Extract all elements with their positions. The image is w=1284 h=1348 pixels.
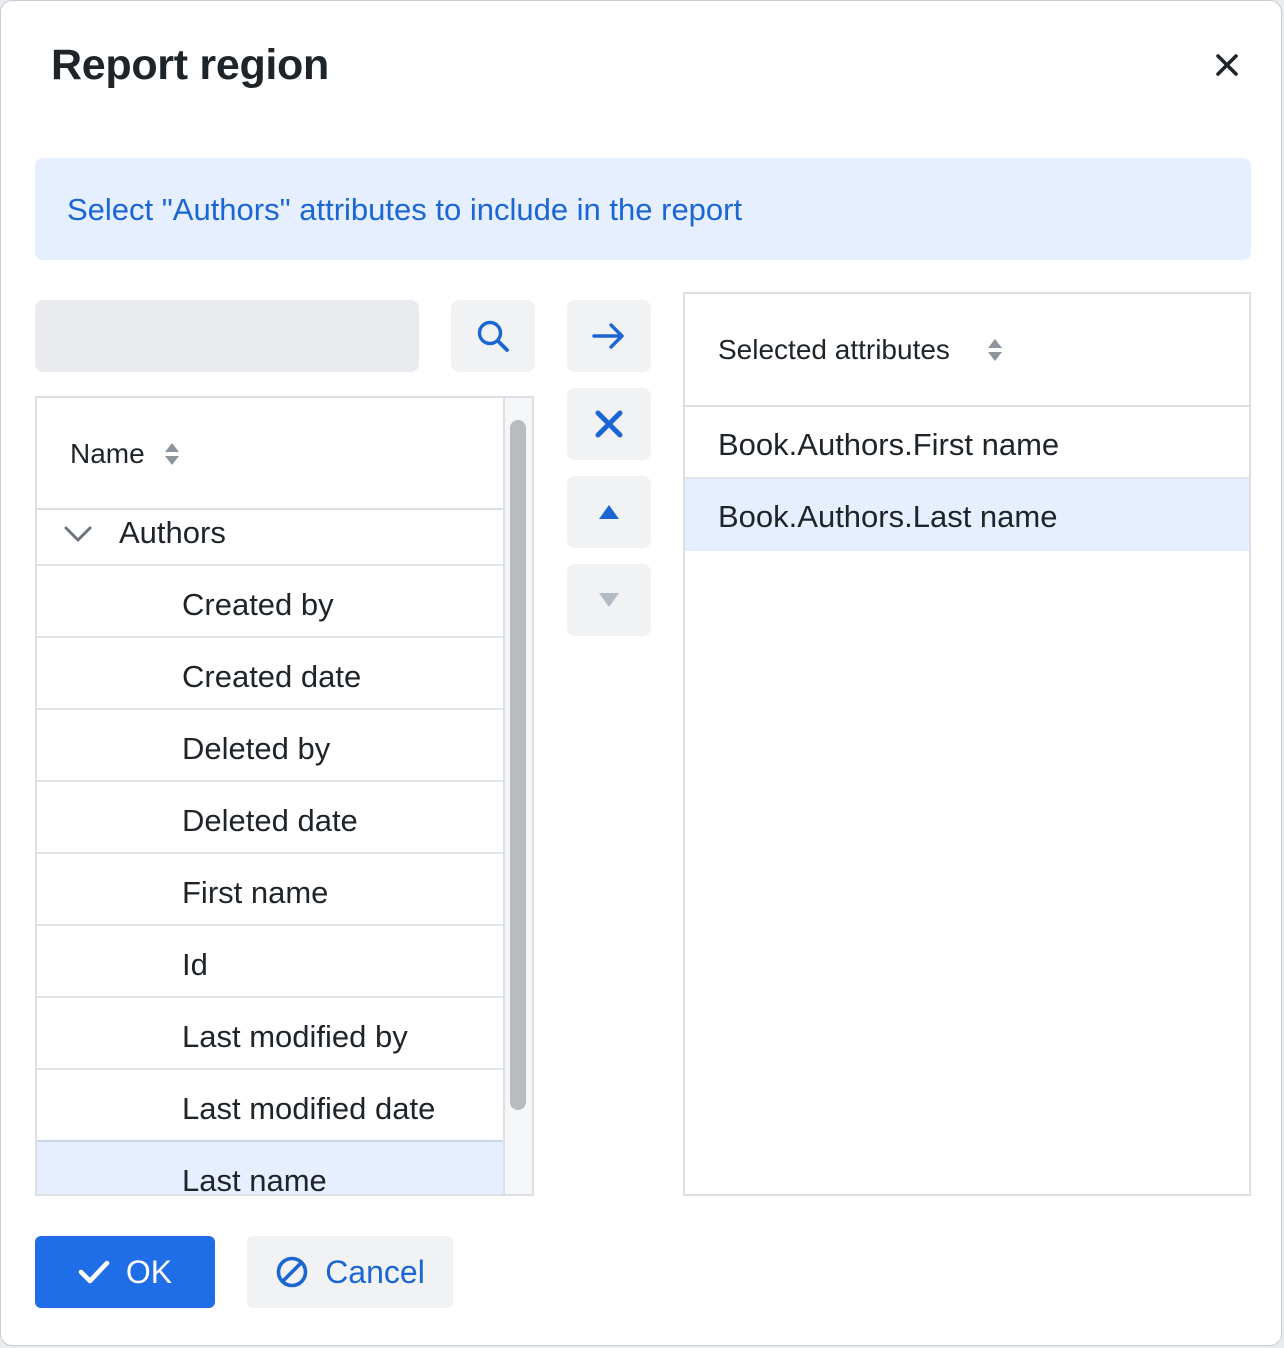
tree-row-label: Id	[182, 947, 208, 982]
attributes-tree-table: Name Authors Created by Created date Del…	[35, 396, 534, 1196]
tree-row-label: Deleted by	[182, 731, 331, 766]
tree-row[interactable]: Deleted date	[37, 782, 503, 854]
selected-attribute-row-selected[interactable]: Book.Authors.Last name	[685, 479, 1249, 551]
tree-row-label: Last modified by	[182, 1019, 408, 1054]
sort-icon	[988, 339, 1002, 361]
arrow-right-icon	[592, 323, 624, 349]
selected-attributes-header-label: Selected attributes	[718, 334, 950, 365]
close-button[interactable]	[1206, 44, 1248, 86]
search-button[interactable]	[451, 300, 535, 372]
tree-row[interactable]: Deleted by	[37, 710, 503, 782]
ban-icon	[276, 1256, 308, 1288]
tree-group-label: Authors	[119, 515, 226, 550]
cancel-button-label: Cancel	[325, 1253, 425, 1290]
tree-row[interactable]: Created by	[37, 566, 503, 638]
sort-icon	[165, 443, 179, 465]
name-column-header-label: Name	[70, 438, 145, 469]
add-attribute-button[interactable]	[567, 300, 651, 372]
selected-attribute-label: Book.Authors.First name	[718, 427, 1060, 462]
selected-attributes-table: Selected attributes Book.Authors.First n…	[683, 292, 1251, 1196]
dialog-title: Report region	[51, 41, 329, 89]
triangle-down-icon	[599, 593, 619, 607]
triangle-up-icon	[599, 505, 619, 519]
tree-row-selected[interactable]: Last name	[37, 1140, 503, 1196]
selected-attributes-column-header[interactable]: Selected attributes	[685, 294, 1249, 407]
scrollbar-thumb[interactable]	[510, 420, 526, 1110]
tree-row-label: Created by	[182, 587, 334, 622]
close-icon	[1216, 54, 1238, 76]
selected-attribute-label: Book.Authors.Last name	[718, 499, 1058, 534]
ok-button-label: OK	[125, 1253, 173, 1290]
tree-row-label: Last name	[182, 1163, 327, 1196]
x-icon	[595, 410, 623, 438]
move-down-button[interactable]	[567, 564, 651, 636]
tree-group-authors[interactable]: Authors	[37, 510, 503, 566]
tree-row[interactable]: Last modified by	[37, 998, 503, 1070]
name-column-header[interactable]: Name	[37, 398, 503, 510]
tree-row[interactable]: Created date	[37, 638, 503, 710]
report-region-dialog: Report region Select "Authors" attribute…	[0, 0, 1282, 1346]
tree-row[interactable]: First name	[37, 854, 503, 926]
search-input[interactable]	[35, 300, 419, 372]
search-icon	[477, 320, 509, 352]
check-icon	[78, 1260, 110, 1284]
tree-row[interactable]: Id	[37, 926, 503, 998]
tree-row-label: First name	[182, 875, 329, 910]
tree-row[interactable]: Last modified date	[37, 1070, 503, 1142]
tree-row-label: Last modified date	[182, 1091, 436, 1126]
move-up-button[interactable]	[567, 476, 651, 548]
tree-row-label: Deleted date	[182, 803, 358, 838]
tree-row-label: Created date	[182, 659, 362, 694]
info-banner: Select "Authors" attributes to include i…	[35, 158, 1251, 260]
chevron-down-icon[interactable]	[63, 524, 93, 544]
selected-attribute-row[interactable]: Book.Authors.First name	[685, 407, 1249, 479]
remove-attribute-button[interactable]	[567, 388, 651, 460]
info-banner-text: Select "Authors" attributes to include i…	[67, 192, 743, 227]
ok-button[interactable]: OK	[35, 1236, 215, 1308]
cancel-button[interactable]: Cancel	[247, 1236, 453, 1308]
